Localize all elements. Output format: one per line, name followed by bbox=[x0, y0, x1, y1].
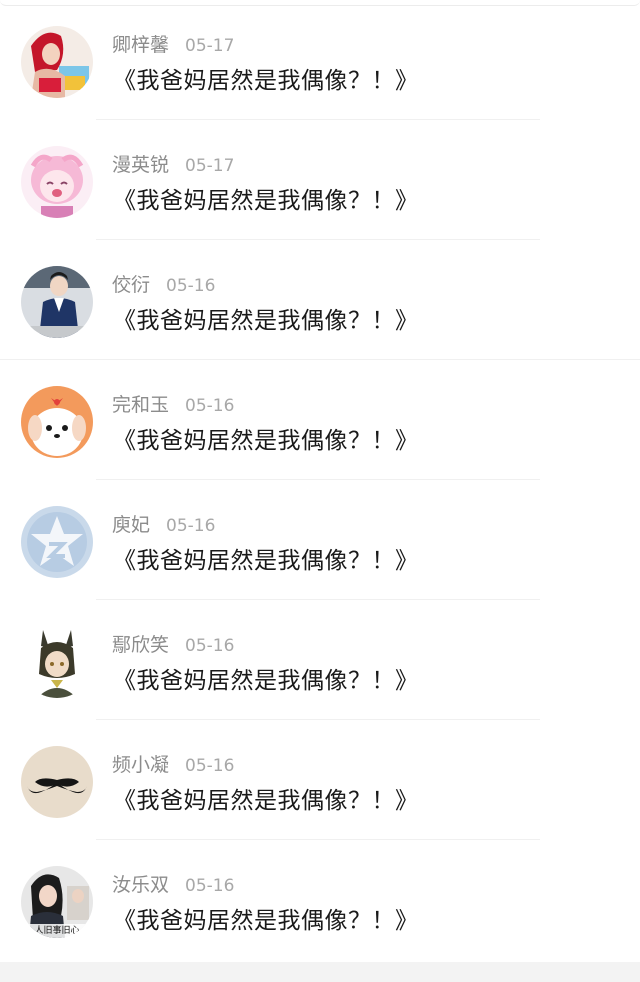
comment-text: 《我爸妈居然是我偶像？！》 bbox=[113, 428, 419, 454]
comment-date: 05-16 bbox=[166, 516, 216, 536]
commenter-name[interactable]: 完和玉 05-16 bbox=[112, 393, 234, 418]
commenter-name[interactable]: 佼衍 05-16 bbox=[112, 273, 215, 298]
cartoon-dog-avatar-icon[interactable] bbox=[21, 386, 93, 458]
mustache-avatar-icon[interactable] bbox=[21, 746, 93, 818]
woman-photo-avatar-icon[interactable]: 人旧事旧心 bbox=[21, 866, 93, 938]
commenter-name[interactable]: 鄢欣笑 05-16 bbox=[112, 633, 234, 658]
comment-item[interactable]: 完和玉 05-16 《我爸妈居然是我偶像？！》 bbox=[0, 360, 640, 480]
avatar-caption: 人旧事旧心 bbox=[21, 924, 93, 938]
comment-item[interactable]: 庾妃 05-16 《我爸妈居然是我偶像？！》 bbox=[0, 480, 640, 600]
comment-text: 《我爸妈居然是我偶像？！》 bbox=[113, 788, 419, 814]
pink-anime-girl-avatar-icon[interactable] bbox=[21, 146, 93, 218]
bottom-edge bbox=[0, 962, 640, 982]
comment-date: 05-16 bbox=[185, 636, 235, 656]
commenter-name[interactable]: 卿梓馨 05-17 bbox=[112, 33, 234, 58]
commenter-name-text[interactable]: 汝乐双 bbox=[112, 874, 169, 896]
comment-item[interactable]: 佼衍 05-16 《我爸妈居然是我偶像？！》 bbox=[0, 240, 640, 360]
comment-text: 《我爸妈居然是我偶像？！》 bbox=[113, 188, 419, 214]
commenter-name-text[interactable]: 鄢欣笑 bbox=[112, 634, 169, 656]
comment-item[interactable]: 频小凝 05-16 《我爸妈居然是我偶像？！》 bbox=[0, 720, 640, 840]
comment-text: 《我爸妈居然是我偶像？！》 bbox=[113, 68, 419, 94]
comment-date: 05-16 bbox=[166, 276, 216, 296]
anime-character-avatar-icon[interactable] bbox=[21, 626, 93, 698]
commenter-name-text[interactable]: 漫英锐 bbox=[112, 154, 169, 176]
man-in-suit-avatar-icon[interactable] bbox=[21, 266, 93, 338]
comment-item[interactable]: 漫英锐 05-17 《我爸妈居然是我偶像？！》 bbox=[0, 120, 640, 240]
commenter-name[interactable]: 汝乐双 05-16 bbox=[112, 873, 234, 898]
commenter-name[interactable]: 漫英锐 05-17 bbox=[112, 153, 234, 178]
commenter-name-text[interactable]: 完和玉 bbox=[112, 394, 169, 416]
comment-item[interactable]: 人旧事旧心 汝乐双 05-16 《我爸妈居然是我偶像？！》 bbox=[0, 840, 640, 960]
commenter-name[interactable]: 庾妃 05-16 bbox=[112, 513, 215, 538]
comment-date: 05-16 bbox=[185, 876, 235, 896]
commenter-name-text[interactable]: 佼衍 bbox=[112, 274, 150, 296]
comment-text: 《我爸妈居然是我偶像？！》 bbox=[113, 308, 419, 334]
commenter-name-text[interactable]: 庾妃 bbox=[112, 514, 150, 536]
commenter-name-text[interactable]: 卿梓馨 bbox=[112, 34, 169, 56]
girl-red-hair-avatar-icon[interactable] bbox=[21, 26, 93, 98]
comment-date: 05-16 bbox=[185, 396, 235, 416]
star-logo-avatar-icon[interactable] bbox=[21, 506, 93, 578]
commenter-name[interactable]: 频小凝 05-16 bbox=[112, 753, 234, 778]
comment-text: 《我爸妈居然是我偶像？！》 bbox=[113, 908, 419, 934]
comment-date: 05-17 bbox=[185, 156, 235, 176]
comment-item[interactable]: 鄢欣笑 05-16 《我爸妈居然是我偶像？！》 bbox=[0, 600, 640, 720]
comment-item[interactable]: 卿梓馨 05-17 《我爸妈居然是我偶像？！》 bbox=[0, 0, 640, 120]
comment-date: 05-17 bbox=[185, 36, 235, 56]
comment-text: 《我爸妈居然是我偶像？！》 bbox=[113, 668, 419, 694]
comment-text: 《我爸妈居然是我偶像？！》 bbox=[113, 548, 419, 574]
comment-date: 05-16 bbox=[185, 756, 235, 776]
commenter-name-text[interactable]: 频小凝 bbox=[112, 754, 169, 776]
